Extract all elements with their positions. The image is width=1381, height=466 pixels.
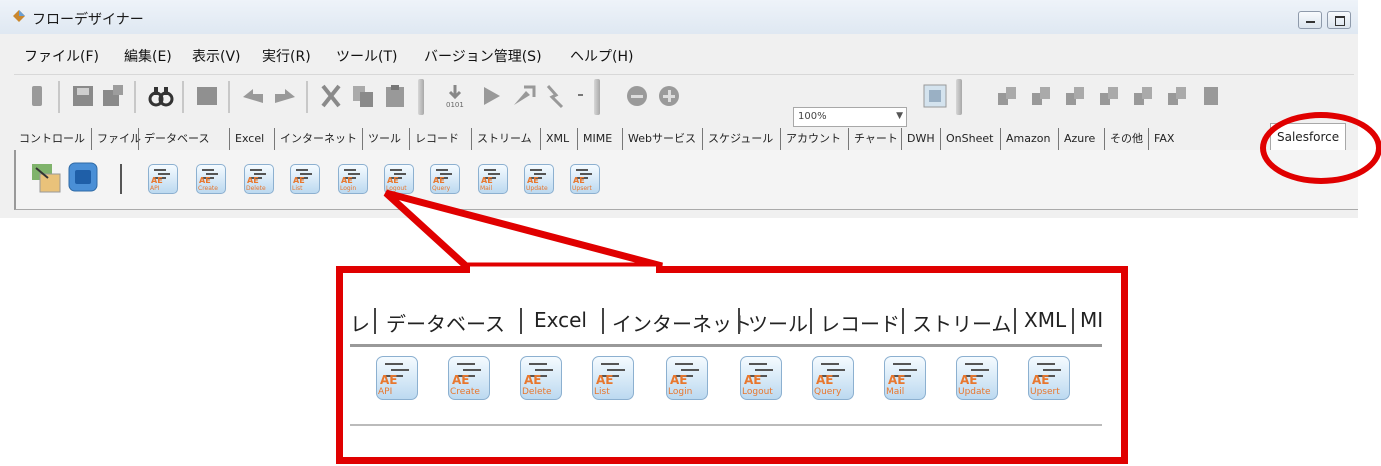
tab-separator bbox=[738, 308, 740, 334]
tab-separator bbox=[374, 308, 376, 334]
zoomed-baseline bbox=[350, 424, 1102, 426]
ae-label: AE bbox=[744, 373, 762, 387]
zoomed-tab: レ bbox=[350, 312, 370, 336]
ae-label: AE bbox=[960, 373, 978, 387]
ae-label: AE bbox=[888, 373, 906, 387]
tab-separator bbox=[1014, 308, 1016, 334]
icon-caption: Logout bbox=[742, 387, 773, 397]
zoomed-tab: Excel bbox=[534, 308, 587, 332]
zoomed-tab-strip: レ データベース Excel インターネット ツール レコード ストリーム XM… bbox=[350, 298, 1102, 347]
ae-label: AE bbox=[816, 373, 834, 387]
zoomed-tab: インターネット bbox=[612, 312, 752, 336]
icon-caption: Upsert bbox=[1030, 387, 1060, 397]
tab-separator bbox=[602, 308, 604, 334]
zoomed-tab: MI bbox=[1080, 308, 1102, 332]
tab-separator bbox=[1072, 308, 1074, 334]
salesforce-tab-highlight bbox=[1260, 112, 1381, 184]
ae-label: AE bbox=[596, 373, 614, 387]
ae-mail-icon-zoomed: AE Mail bbox=[884, 356, 926, 400]
icon-caption: List bbox=[594, 387, 610, 397]
icon-caption: Delete bbox=[522, 387, 552, 397]
ae-query-icon-zoomed: AE Query bbox=[812, 356, 854, 400]
icon-caption: Mail bbox=[886, 387, 905, 397]
tab-separator bbox=[810, 308, 812, 334]
zoomed-tab: レコード bbox=[820, 312, 900, 336]
ae-list-icon-zoomed: AE List bbox=[592, 356, 634, 400]
tab-separator bbox=[520, 308, 522, 334]
zoomed-tab: ツール bbox=[748, 312, 808, 336]
ae-delete-icon-zoomed: AE Delete bbox=[520, 356, 562, 400]
ae-label: AE bbox=[670, 373, 688, 387]
ae-login-icon-zoomed: AE Login bbox=[666, 356, 708, 400]
zoomed-tab: データベース bbox=[386, 312, 505, 336]
icon-caption: Update bbox=[958, 387, 991, 397]
zoomed-tab: ストリーム bbox=[912, 312, 1012, 336]
ae-api-icon-zoomed: AE API bbox=[376, 356, 418, 400]
icon-caption: Create bbox=[450, 387, 480, 397]
ae-create-icon-zoomed: AE Create bbox=[448, 356, 490, 400]
tab-separator bbox=[902, 308, 904, 334]
zoomed-icon-row: AE API AE Create AE Delete AE List AE Login A… bbox=[350, 350, 1110, 430]
ae-label: AE bbox=[380, 373, 398, 387]
ae-label: AE bbox=[452, 373, 470, 387]
ae-logout-icon-zoomed: AE Logout bbox=[740, 356, 782, 400]
zoomed-tab: XML bbox=[1024, 308, 1067, 332]
icon-caption: Query bbox=[814, 387, 842, 397]
ae-update-icon-zoomed: AE Update bbox=[956, 356, 998, 400]
ae-label: AE bbox=[524, 373, 542, 387]
icon-caption: Login bbox=[668, 387, 693, 397]
icon-caption: API bbox=[378, 387, 393, 397]
ae-upsert-icon-zoomed: AE Upsert bbox=[1028, 356, 1070, 400]
ae-label: AE bbox=[1032, 373, 1050, 387]
